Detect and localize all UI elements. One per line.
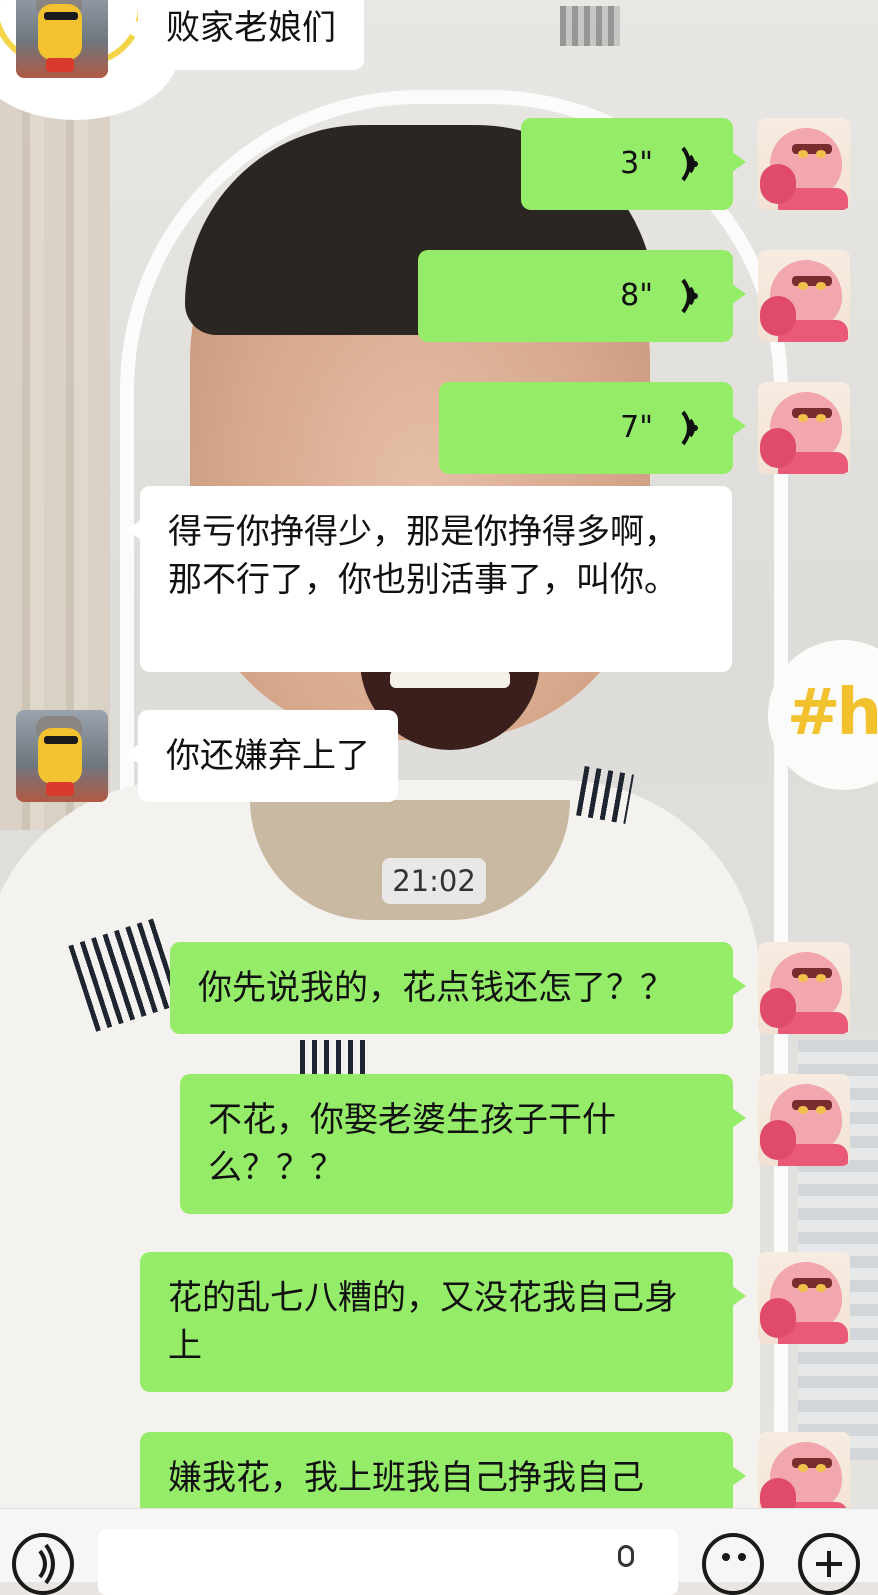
avatar-me[interactable] (758, 250, 850, 342)
voice-wave-icon (673, 276, 705, 316)
message-input[interactable] (98, 1529, 678, 1595)
avatar-me[interactable] (758, 1252, 850, 1344)
avatar-me[interactable] (758, 382, 850, 474)
voice-wave-icon (673, 144, 705, 184)
chat-input-bar (0, 1508, 878, 1595)
voice-toggle-icon[interactable] (12, 1533, 74, 1595)
avatar-other[interactable] (16, 0, 108, 78)
message-text: 花的乱七八糟的，又没花我自己身上 (168, 1278, 678, 1366)
voice-duration: 7" (620, 410, 653, 445)
chat-timestamp: 21:02 (382, 858, 486, 904)
voice-duration: 8" (620, 278, 653, 313)
message-bubble-other[interactable]: 败家老娘们 (125, 0, 364, 70)
message-text: 不花，你娶老婆生孩子干什么？？？ (208, 1100, 616, 1188)
voice-wave-icon (673, 408, 705, 448)
message-text: 你先说我的，花点钱还怎了？？ (198, 968, 674, 1008)
message-bubble-other[interactable]: 你还嫌弃上了 (125, 710, 398, 802)
message-text: 败家老娘们 (166, 8, 336, 48)
avatar-me[interactable] (758, 942, 850, 1034)
avatar-me[interactable] (758, 118, 850, 210)
voice-duration: 3" (620, 146, 653, 181)
avatar-other[interactable] (16, 710, 108, 802)
message-text: 你还嫌弃上了 (166, 736, 370, 776)
plus-icon[interactable] (798, 1533, 860, 1595)
chat-message-list[interactable]: 败家老娘们 3" 8" 7" 得亏你挣得少，那是你挣得多啊，那不行了，你也别活事… (0, 0, 878, 1572)
message-bubble-other[interactable]: 得亏你挣得少，那是你挣得多啊，那不行了，你也别活事了，叫你。 (127, 486, 732, 672)
voice-message-bubble[interactable]: 3" (521, 118, 746, 210)
message-text: 嫌我花，我上班我自己挣我自己 (168, 1458, 644, 1498)
message-text: 得亏你挣得少，那是你挣得多啊，那不行了，你也别活事了，叫你。 (168, 512, 678, 600)
avatar-me[interactable] (758, 1074, 850, 1166)
voice-message-bubble[interactable]: 8" (418, 250, 746, 342)
message-bubble-me[interactable]: 你先说我的，花点钱还怎了？？ (170, 942, 746, 1034)
message-bubble-me[interactable]: 花的乱七八糟的，又没花我自己身上 (140, 1252, 746, 1392)
voice-message-bubble[interactable]: 7" (439, 382, 746, 474)
emoji-icon[interactable] (702, 1533, 764, 1595)
input-handle-icon (618, 1545, 634, 1567)
message-bubble-me[interactable]: 不花，你娶老婆生孩子干什么？？？ (180, 1074, 746, 1214)
